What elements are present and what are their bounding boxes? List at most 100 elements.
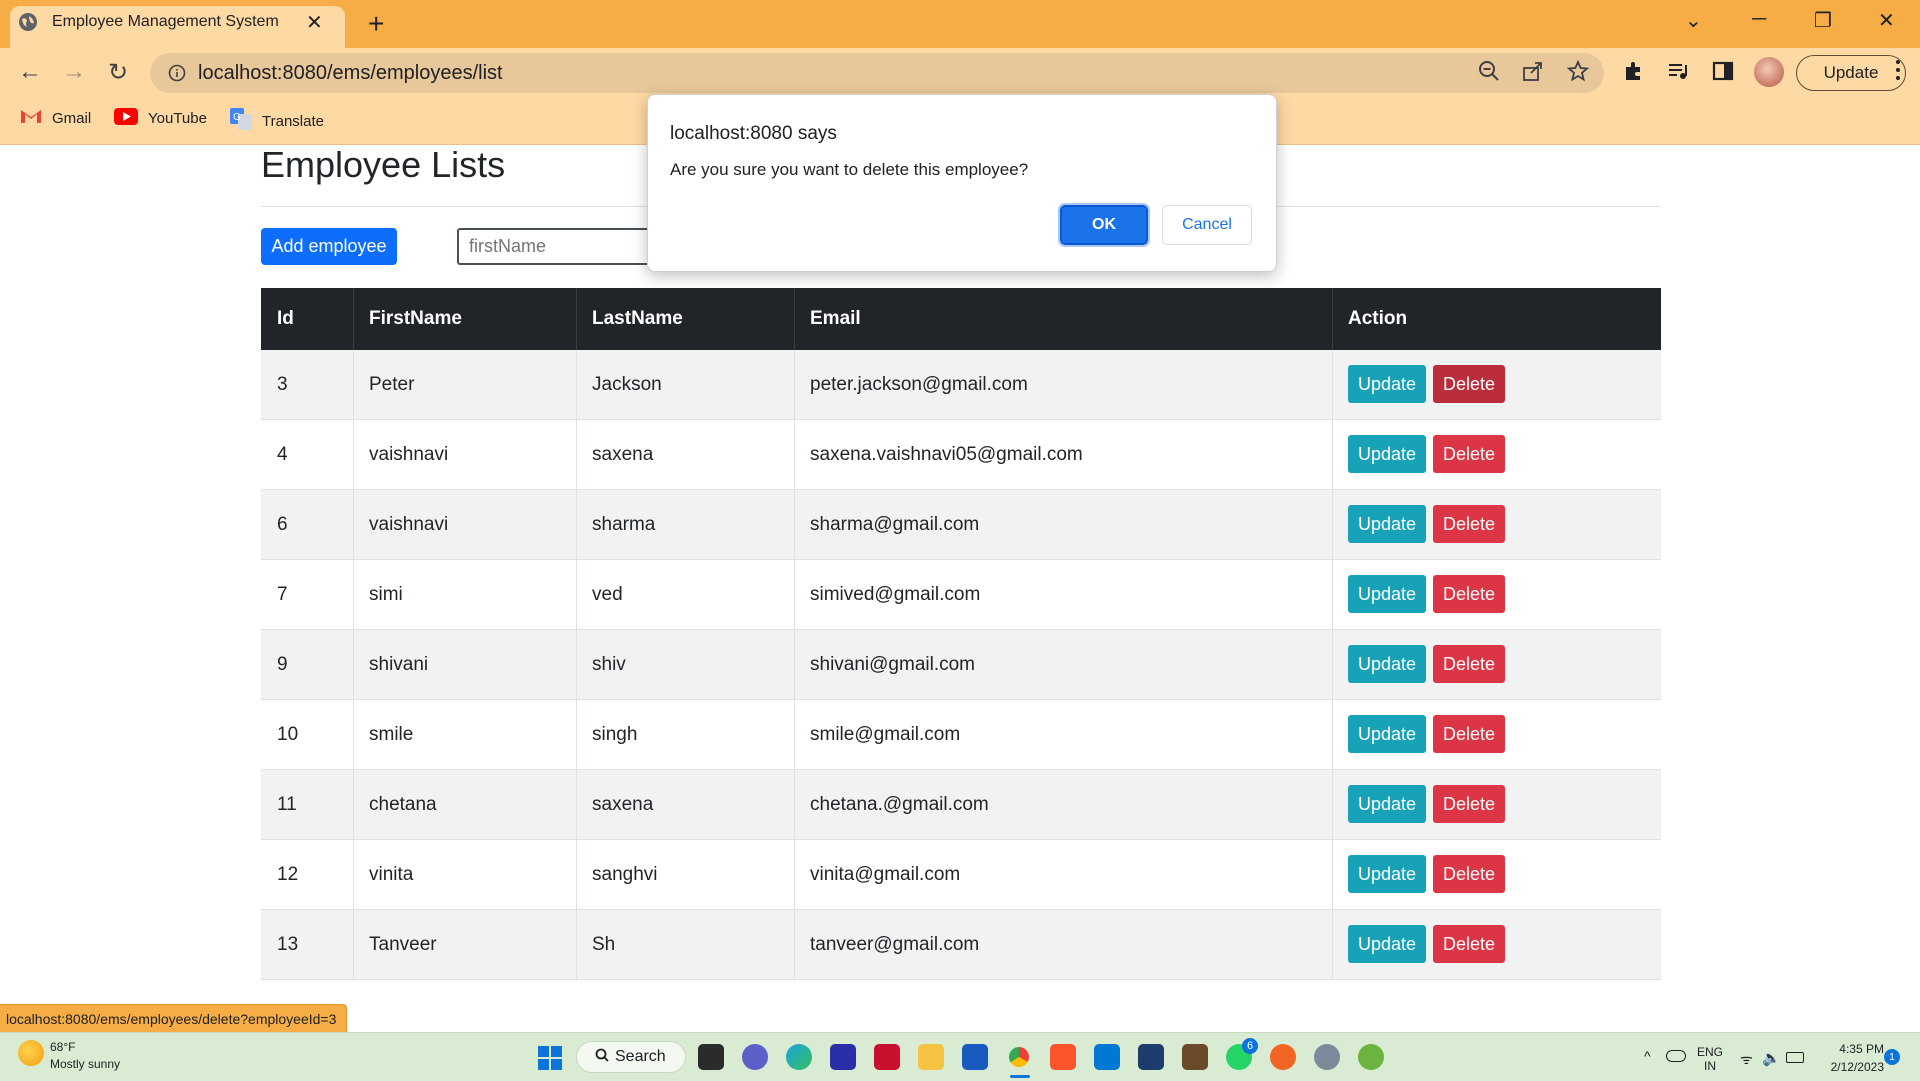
chrome-update-button[interactable]: Update [1796,55,1906,91]
zoom-icon[interactable] [1478,60,1502,84]
eclipse-icon[interactable] [1138,1044,1164,1070]
header-lastname: LastName [592,308,683,329]
task-view-icon[interactable] [698,1044,724,1070]
vscode-icon[interactable] [1094,1044,1120,1070]
header-id: Id [277,308,294,329]
postman-icon[interactable] [1270,1044,1296,1070]
confirm-dialog: localhost:8080 says Are you sure you wan… [647,94,1277,272]
game-icon[interactable] [1182,1044,1208,1070]
battery-icon[interactable] [1786,1052,1804,1063]
cell-id: 13 [277,934,299,955]
extensions-puzzle-icon[interactable] [1623,60,1647,84]
bookmark-star-icon[interactable] [1566,59,1591,84]
new-tab-button[interactable]: + [368,8,384,40]
close-tab-icon[interactable]: ✕ [306,10,323,35]
bookmark-translate[interactable]: G Translate [230,108,324,134]
word-icon[interactable] [962,1044,988,1070]
update-button[interactable]: Update [1348,645,1426,683]
table-row: 9 shivani shiv shivani@gmail.com Update Delet… [261,630,1661,700]
clock-date[interactable]: 2/12/2023 [1818,1060,1884,1074]
edge-browser-icon[interactable] [786,1044,812,1070]
math-app-icon[interactable] [830,1044,856,1070]
show-hidden-icons-chevron-icon[interactable]: ^ [1644,1048,1651,1064]
windows-start-icon[interactable] [538,1046,562,1070]
info-icon[interactable] [168,64,186,82]
table-row: 11 chetana saxena chetana.@gmail.com Update D… [261,770,1661,840]
more-menu-icon[interactable] [1893,55,1903,90]
back-arrow-icon[interactable]: ← [18,58,42,86]
cell-lastname: sharma [592,514,656,535]
side-panel-icon[interactable] [1712,60,1736,84]
delete-button[interactable]: Delete [1433,365,1505,403]
bookmark-youtube[interactable]: YouTube [114,108,207,129]
cell-lastname: ved [592,584,623,605]
delete-button[interactable]: Delete [1433,645,1505,683]
volume-icon[interactable]: 🔈 [1762,1049,1781,1067]
bookmark-gmail[interactable]: Gmail [20,108,91,128]
column-divider [794,420,795,489]
table-row: 4 vaishnavi saxena saxena.vaishnavi05@gmail… [261,420,1661,490]
mcafee-icon[interactable] [874,1044,900,1070]
weather-description[interactable]: Mostly sunny [50,1057,120,1071]
onedrive-cloud-icon[interactable] [1666,1050,1686,1062]
column-divider [794,770,795,839]
tab-search-chevron-icon[interactable]: ⌄ [1685,8,1702,33]
delete-button[interactable]: Delete [1433,925,1505,963]
table-row: 6 vaishnavi sharma sharma@gmail.com Update De… [261,490,1661,560]
taskbar-search-button[interactable]: Search [576,1041,686,1073]
forward-arrow-icon[interactable]: → [62,58,86,86]
weather-temperature[interactable]: 68°F [50,1040,75,1054]
reload-icon[interactable]: ↻ [108,58,128,87]
column-divider [794,350,795,419]
update-button[interactable]: Update [1348,505,1426,543]
profile-avatar[interactable] [1754,57,1784,87]
svg-text:G: G [233,112,241,123]
update-button[interactable]: Update [1348,365,1426,403]
teams-chat-icon[interactable] [742,1044,768,1070]
file-explorer-icon[interactable] [918,1044,944,1070]
dialog-ok-button[interactable]: OK [1058,203,1150,247]
clock-time[interactable]: 4:35 PM [1822,1042,1884,1056]
brave-icon[interactable] [1050,1044,1076,1070]
spring-tool-icon[interactable] [1358,1044,1384,1070]
delete-button[interactable]: Delete [1433,855,1505,893]
update-button[interactable]: Update [1348,785,1426,823]
cell-lastname: singh [592,724,638,745]
windows-taskbar [0,1032,1920,1081]
cell-lastname: Sh [592,934,616,955]
notification-badge[interactable]: 1 [1884,1049,1900,1065]
minimize-icon[interactable]: ─ [1752,8,1766,31]
update-button[interactable]: Update [1348,855,1426,893]
update-button[interactable]: Update [1348,715,1426,753]
delete-button[interactable]: Delete [1433,575,1505,613]
url-text[interactable]: localhost:8080/ems/employees/list [198,62,503,85]
delete-button[interactable]: Delete [1433,785,1505,823]
cell-id: 7 [277,584,288,605]
cell-id: 9 [277,654,288,675]
employee-table: Id FirstName LastName Email Action 3 Pete… [261,288,1661,980]
delete-button[interactable]: Delete [1433,435,1505,473]
share-icon[interactable] [1522,60,1546,84]
column-divider [1332,910,1333,979]
chrome-icon[interactable] [1006,1044,1032,1070]
media-queue-icon[interactable] [1667,60,1691,84]
weather-sun-icon[interactable] [18,1040,44,1066]
delete-button[interactable]: Delete [1433,715,1505,753]
dialog-cancel-button[interactable]: Cancel [1162,205,1252,245]
update-button[interactable]: Update [1348,575,1426,613]
cell-email: tanveer@gmail.com [810,934,980,955]
language-indicator[interactable]: ENG IN [1697,1045,1723,1073]
update-button[interactable]: Update [1348,925,1426,963]
column-divider [1332,630,1333,699]
add-employee-button[interactable]: Add employee [261,228,397,265]
dialog-title: localhost:8080 says [670,123,837,144]
close-window-icon[interactable]: ✕ [1878,8,1895,33]
cell-email: chetana.@gmail.com [810,794,989,815]
table-row: 3 Peter Jackson peter.jackson@gmail.com Upda… [261,350,1661,420]
column-divider [1332,770,1333,839]
wifi-icon[interactable]: ᯤ [1740,1050,1753,1069]
delete-button[interactable]: Delete [1433,505,1505,543]
restore-icon[interactable]: ❐ [1814,8,1832,33]
update-button[interactable]: Update [1348,435,1426,473]
settings-gear-icon[interactable] [1314,1044,1340,1070]
